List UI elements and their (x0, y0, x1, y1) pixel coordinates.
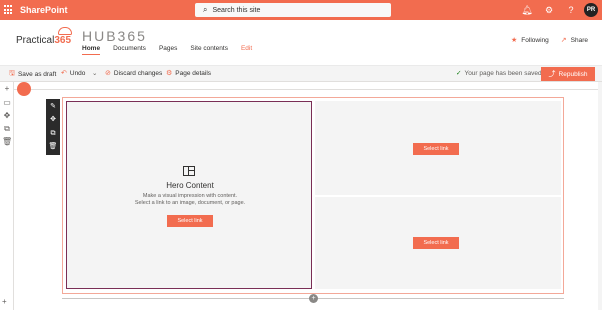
undo-dropdown[interactable]: ⌄ (92, 69, 97, 77)
webpart-toolbar: ✎ ✥ ⧉ 🗑︎ (46, 99, 60, 155)
hero-tile-bottom-right[interactable]: Select link (315, 197, 561, 289)
page-details-button[interactable]: ⚙ Page details (166, 69, 212, 78)
comment-icon[interactable]: ▭ (2, 98, 12, 108)
command-bar: 🖫 Save as draft ↶ Undo ⌄ ⊘ Discard chang… (0, 66, 602, 82)
hero-tile-top-right[interactable]: Select link (315, 101, 561, 195)
app-launcher-icon[interactable] (4, 5, 14, 15)
save-status: ✓ Your page has been saved (456, 69, 542, 78)
hero-description: Make a visual impression with content. S… (67, 193, 313, 207)
undo-label: Undo (69, 69, 86, 77)
add-icon[interactable]: + (2, 84, 12, 94)
discard-changes-button[interactable]: ⊘ Discard changes (105, 69, 163, 78)
share-label: Share (570, 36, 588, 44)
nav-documents[interactable]: Documents (113, 45, 146, 55)
duplicate-icon[interactable]: ⧉ (2, 124, 12, 134)
republish-label: Republish (558, 70, 588, 78)
save-draft-label: Save as draft (17, 71, 57, 78)
avatar[interactable]: PR (584, 3, 598, 17)
search-icon: ⌕ (203, 5, 208, 14)
search-box[interactable]: ⌕ Search this site (195, 3, 391, 17)
duplicate-icon[interactable]: ⧉ (48, 129, 58, 139)
logo-number: 365 (54, 35, 72, 46)
search-placeholder: Search this site (212, 6, 261, 14)
star-icon: ★ (511, 37, 518, 44)
tile1-select-link-button[interactable]: Select link (413, 143, 459, 155)
share-button[interactable]: ↗ Share (560, 36, 588, 45)
discard-icon: ⊘ (105, 70, 111, 77)
suite-actions: 🔔︎ ⚙ ? PR (516, 0, 602, 20)
logo-cloud-icon (58, 27, 72, 35)
add-section-bottom-button[interactable]: + (309, 294, 318, 303)
hero-description-line1: Make a visual impression with content. (142, 193, 238, 199)
logo-text: Practical (16, 35, 55, 46)
undo-button[interactable]: ↶ Undo (61, 69, 86, 78)
settings-gear-icon[interactable]: ⚙ (538, 5, 560, 16)
hero-title: Hero Content (166, 181, 214, 190)
nav-pages[interactable]: Pages (159, 45, 177, 55)
hero-description-line2: Select a link to an image, document, or … (134, 200, 246, 206)
nav-edit[interactable]: Edit (241, 45, 252, 55)
section-divider-top (14, 89, 602, 90)
scrollbar[interactable] (598, 82, 602, 310)
suite-bar: SharePoint ⌕ Search this site 🔔︎ ⚙ ? PR (0, 0, 602, 20)
help-icon[interactable]: ? (560, 5, 582, 15)
move-icon[interactable]: ✥ (2, 111, 12, 121)
delete-icon[interactable]: 🗑︎ (48, 142, 58, 152)
notification-bell-icon[interactable]: 🔔︎ (516, 5, 538, 16)
left-toolbox-rail: + ▭ ✥ ⧉ 🗑︎ + (0, 82, 14, 310)
site-header: Practical365 HUB365 Home Documents Pages… (0, 20, 602, 66)
hero-select-link-button[interactable]: Select link (167, 215, 213, 227)
rail-add-bottom-icon[interactable]: + (2, 297, 7, 306)
site-logo[interactable]: Practical365 (16, 35, 71, 46)
undo-icon: ↶ (61, 70, 67, 77)
delete-icon[interactable]: 🗑︎ (2, 137, 12, 147)
site-title[interactable]: HUB365 (82, 28, 147, 44)
gear-icon: ⚙ (166, 70, 173, 77)
nav-site-contents[interactable]: Site contents (190, 45, 228, 55)
save-status-text: Your page has been saved (464, 69, 542, 77)
page-details-label: Page details (175, 69, 212, 77)
following-label: Following (521, 36, 549, 44)
hero-layout-icon (183, 166, 195, 176)
discard-label: Discard changes (113, 69, 163, 77)
header-actions: ★ Following ↗ Share (499, 36, 588, 45)
checkmark-icon: ✓ (456, 70, 462, 77)
site-navigation: Home Documents Pages Site contents Edit (82, 45, 265, 55)
tile2-select-link-button[interactable]: Select link (413, 237, 459, 249)
hero-main-tile[interactable]: Hero Content Make a visual impression wi… (66, 101, 312, 289)
nav-home[interactable]: Home (82, 45, 101, 55)
add-section-top-button[interactable] (17, 82, 31, 96)
following-button[interactable]: ★ Following (511, 36, 549, 45)
save-draft-button[interactable]: 🖫 Save as draft (9, 69, 56, 80)
save-icon: 🖫 (9, 70, 15, 77)
edit-pencil-icon[interactable]: ✎ (48, 102, 58, 112)
share-icon: ↗ (560, 37, 567, 44)
chevron-down-icon: ⌄ (92, 70, 98, 77)
publish-icon: ⤴ (548, 71, 556, 78)
move-icon[interactable]: ✥ (48, 115, 58, 125)
app-name[interactable]: SharePoint (20, 5, 68, 15)
republish-button[interactable]: ⤴ Republish (541, 67, 595, 81)
